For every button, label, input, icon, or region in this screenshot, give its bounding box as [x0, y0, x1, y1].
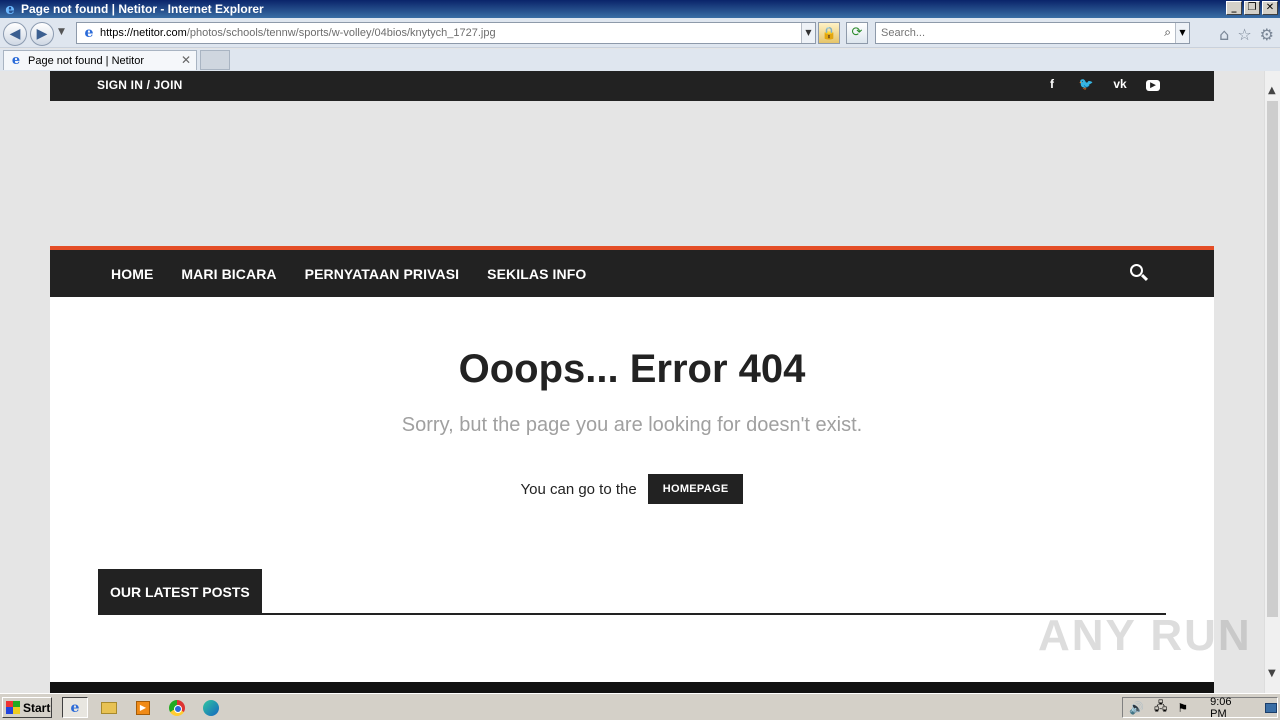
volume-icon[interactable]: 🔊	[1129, 701, 1144, 715]
menu-item-mari-bicara[interactable]: MARI BICARA	[167, 266, 290, 282]
media-player-icon: ▶	[136, 700, 150, 715]
address-bar[interactable]: e https://netitor.com/photos/schools/ten…	[76, 22, 816, 44]
tab-close-icon[interactable]: ✕	[181, 53, 191, 67]
sign-in-link[interactable]: SIGN IN / JOIN	[97, 78, 182, 92]
scroll-up-icon[interactable]: ▲	[1268, 85, 1276, 96]
taskbar-media-player[interactable]: ▶	[130, 697, 156, 718]
taskbar: Start e ▶ 🔊 🖧 ⚑ 9:06 PM	[0, 693, 1280, 720]
address-dropdown-icon[interactable]: ▼	[801, 23, 815, 43]
twitter-icon[interactable]: 🐦	[1078, 77, 1094, 91]
url-path: /photos/schools/tennw/sports/w-volley/04…	[186, 27, 496, 39]
anyrun-watermark: ANY RUN	[1038, 611, 1252, 660]
back-button[interactable]: ◀	[3, 22, 27, 46]
tab-row: e Page not found | Netitor ✕	[0, 49, 1280, 71]
folder-icon	[101, 701, 117, 714]
search-icon[interactable]: ⌕	[1164, 25, 1171, 40]
window-titlebar: e Page not found | Netitor - Internet Ex…	[0, 0, 1280, 18]
youtube-icon[interactable]: ▶	[1146, 80, 1160, 91]
error-title: Ooops... Error 404	[458, 347, 806, 391]
search-input[interactable]	[876, 23, 1146, 43]
latest-posts-header: OUR LATEST POSTS	[98, 569, 1166, 615]
ie-icon: e	[70, 699, 80, 716]
taskbar-apps: e ▶	[62, 697, 224, 718]
site-footer	[50, 682, 1214, 693]
url-host: https://netitor.com	[100, 27, 187, 39]
scroll-down-icon[interactable]: ▼	[1268, 668, 1276, 679]
gear-icon[interactable]: ⚙	[1260, 25, 1274, 44]
menu-item-home[interactable]: HOME	[97, 266, 167, 282]
minimize-button[interactable]: _	[1226, 1, 1242, 15]
site-topbar: SIGN IN / JOIN f 🐦 vk ▶	[50, 71, 1214, 101]
show-desktop-icon[interactable]	[1265, 702, 1277, 713]
homepage-prompt: You can go to the HOMEPAGE	[50, 474, 1214, 504]
history-dropdown-icon[interactable]: ▼	[58, 27, 65, 37]
taskbar-ie[interactable]: e	[62, 697, 88, 718]
page-viewport: SIGN IN / JOIN f 🐦 vk ▶ HOME MARI BICARA…	[0, 71, 1264, 693]
start-label: Start	[23, 700, 51, 715]
url-text[interactable]: https://netitor.com/photos/schools/tennw…	[100, 27, 496, 39]
homepage-button[interactable]: HOMEPAGE	[647, 474, 744, 504]
refresh-button[interactable]: ⟳	[846, 22, 868, 44]
search-dropdown-icon[interactable]: ▼	[1175, 23, 1189, 43]
network-icon[interactable]: 🖧	[1154, 697, 1167, 718]
system-tray: 🔊 🖧 ⚑ 9:06 PM	[1122, 696, 1278, 720]
start-button[interactable]: Start	[2, 697, 52, 718]
social-links: f 🐦 vk ▶	[1044, 77, 1160, 91]
windows-logo-icon	[6, 701, 20, 714]
site-search-icon[interactable]	[1128, 262, 1150, 284]
lock-icon[interactable]: 🔒	[818, 22, 840, 44]
ie-logo-icon: e	[5, 0, 15, 18]
latest-posts-label: OUR LATEST POSTS	[98, 569, 262, 613]
clock[interactable]: 9:06 PM	[1210, 696, 1249, 720]
edge-icon	[203, 699, 219, 716]
browser-toolbar-icons: ⌂ ☆ ⚙	[1219, 25, 1274, 44]
error-subtitle: Sorry, but the page you are looking for …	[401, 414, 863, 436]
tab-label: Page not found | Netitor	[28, 54, 144, 67]
taskbar-chrome[interactable]	[164, 697, 190, 718]
vk-icon[interactable]: vk	[1112, 77, 1128, 91]
address-row: ◀ ▶ ▼ e https://netitor.com/photos/schoo…	[0, 18, 1280, 48]
action-center-flag-icon[interactable]: ⚑	[1177, 701, 1188, 715]
taskbar-edge[interactable]	[198, 697, 224, 718]
new-tab-button[interactable]	[200, 50, 230, 70]
facebook-icon[interactable]: f	[1044, 77, 1060, 91]
home-icon[interactable]: ⌂	[1219, 25, 1229, 44]
goto-text: You can go to the	[520, 480, 637, 498]
window-title: Page not found | Netitor - Internet Expl…	[21, 2, 264, 16]
page-icon: e	[84, 25, 94, 41]
search-box[interactable]: ⌕ ▼	[875, 22, 1190, 44]
menu-item-sekilas-info[interactable]: SEKILAS INFO	[473, 266, 600, 282]
search-handle	[1140, 273, 1149, 282]
chrome-icon	[169, 699, 185, 716]
favorites-star-icon[interactable]: ☆	[1237, 25, 1251, 44]
forward-button[interactable]: ▶	[30, 22, 54, 46]
main-menu: HOME MARI BICARA PERNYATAAN PRIVASI SEKI…	[97, 250, 600, 297]
menu-item-pernyataan-privasi[interactable]: PERNYATAAN PRIVASI	[291, 266, 474, 282]
tab-page-not-found[interactable]: e Page not found | Netitor ✕	[3, 50, 197, 70]
taskbar-explorer[interactable]	[96, 697, 122, 718]
main-navigation: HOME MARI BICARA PERNYATAAN PRIVASI SEKI…	[50, 246, 1214, 297]
maximize-button[interactable]: ❐	[1244, 1, 1260, 15]
vertical-scrollbar[interactable]: ▲ ▼	[1264, 71, 1280, 693]
scroll-thumb[interactable]	[1267, 101, 1278, 617]
window-controls: _ ❐ ✕	[1226, 1, 1278, 15]
close-button[interactable]: ✕	[1262, 1, 1278, 15]
tab-favicon-icon: e	[11, 53, 21, 68]
